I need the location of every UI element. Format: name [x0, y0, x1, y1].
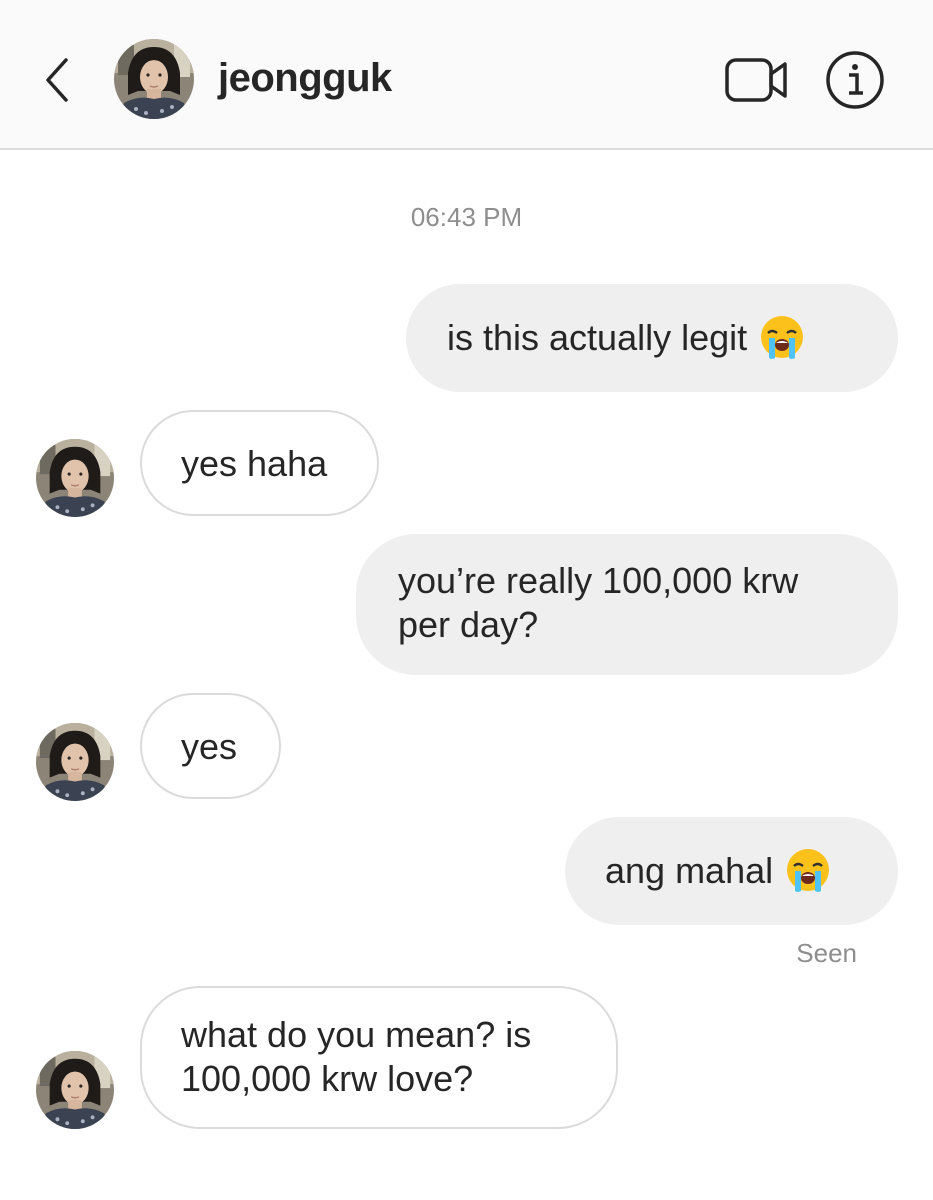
received-message-bubble[interactable]: yes haha: [140, 410, 379, 516]
message-timestamp: 06:43 PM: [410, 202, 523, 232]
message-text: yes haha: [181, 443, 328, 484]
back-button[interactable]: [36, 52, 80, 108]
video-call-button[interactable]: [722, 52, 790, 108]
message-text-line: what do you mean? is: [181, 1014, 532, 1055]
chevron-left-icon: [46, 58, 68, 102]
seen-indicator: Seen: [796, 938, 857, 968]
sender-avatar[interactable]: [36, 439, 114, 517]
message-text: ang mahal: [605, 850, 774, 891]
info-icon: [826, 51, 884, 109]
profile-avatar[interactable]: [114, 39, 194, 119]
sent-message-bubble[interactable]: ang mahal: [565, 817, 898, 925]
sender-avatar[interactable]: [36, 723, 114, 801]
message-text: is this actually legit: [447, 317, 748, 358]
message-text-line: you’re really 100,000 krw: [398, 560, 799, 601]
chat-header: jeongguk: [0, 0, 933, 150]
info-button[interactable]: [823, 48, 887, 112]
sender-avatar[interactable]: [36, 1051, 114, 1129]
sent-message-bubble[interactable]: is this actually legit: [406, 284, 898, 392]
video-call-icon: [725, 58, 787, 102]
chat-username[interactable]: jeongguk: [218, 56, 392, 100]
sent-message-bubble[interactable]: you’re really 100,000 krw per day?: [356, 534, 898, 675]
received-message-bubble[interactable]: yes: [140, 693, 281, 799]
loudly-crying-face-emoji: [785, 847, 831, 893]
message-text-line: 100,000 krw love?: [181, 1058, 474, 1099]
message-text-line: per day?: [398, 604, 539, 645]
loudly-crying-face-emoji: [759, 314, 805, 360]
received-message-bubble[interactable]: what do you mean? is 100,000 krw love?: [140, 986, 618, 1129]
message-text: yes: [181, 726, 238, 767]
